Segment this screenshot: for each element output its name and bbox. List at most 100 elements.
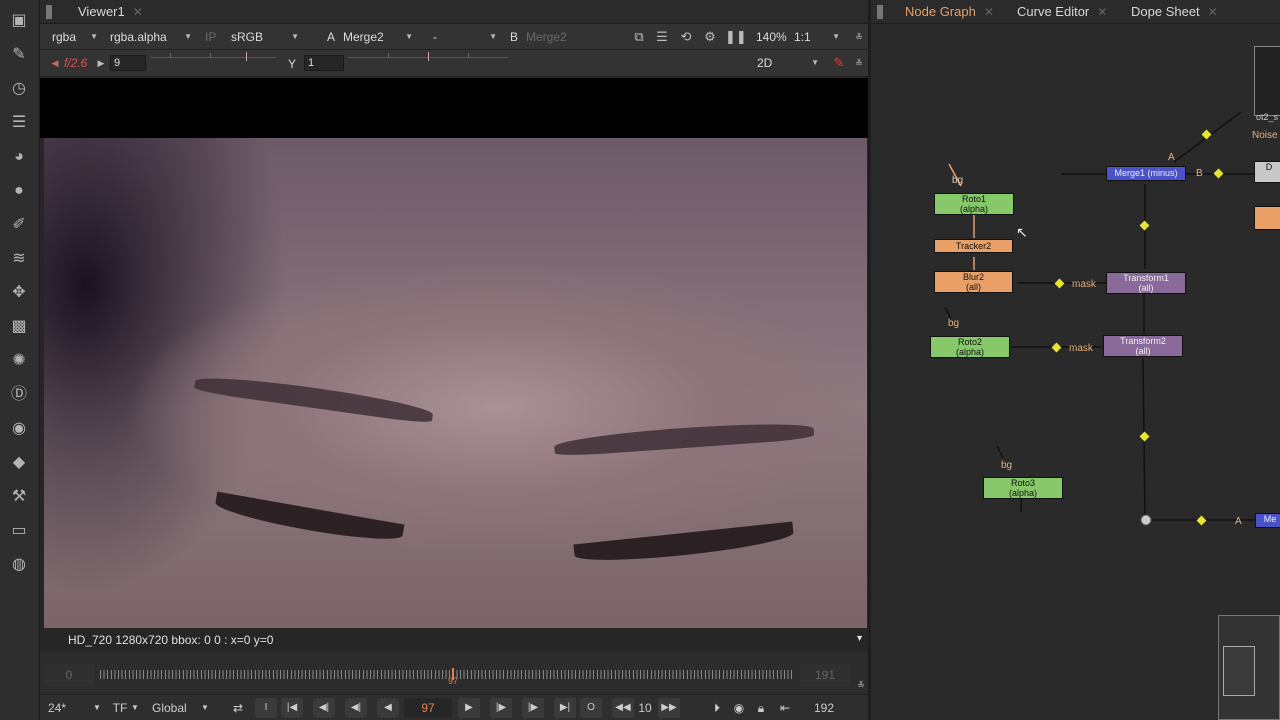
particles-icon[interactable]: ✺ — [8, 350, 30, 372]
cube-icon[interactable]: ▩ — [8, 316, 30, 338]
record-icon[interactable]: ◉ — [730, 698, 748, 718]
out-point-icon[interactable]: O — [580, 698, 602, 718]
colorspace-dropdown[interactable]: sRGB ▼ — [231, 28, 299, 46]
range-icon[interactable]: ⇤ — [776, 698, 794, 718]
prev-keyframe-icon[interactable]: ◀| — [313, 698, 335, 718]
tab-viewer1[interactable]: Viewer1 ✕ — [70, 0, 151, 24]
channels-dropdown[interactable]: rgba ▼ — [52, 28, 98, 46]
timeline-end[interactable]: 191 — [800, 664, 850, 686]
next-keyframe-icon[interactable]: |▶ — [522, 698, 544, 718]
flipbook-icon[interactable]: ⏵ — [708, 698, 726, 718]
settings-icon[interactable]: ⚙ — [701, 28, 719, 46]
panel-handle-icon[interactable] — [877, 5, 883, 19]
last-frame-icon[interactable]: ▶| — [554, 698, 576, 718]
paint-brush-icon[interactable]: ✎ — [830, 54, 848, 72]
viewer-image[interactable] — [44, 138, 867, 628]
node-transform2[interactable]: Transform2 (all) — [1103, 335, 1183, 357]
node-partial-d[interactable]: D — [1254, 161, 1280, 183]
gamma-slider[interactable] — [348, 52, 508, 71]
gain-field[interactable]: 9 — [110, 55, 146, 71]
node-roto3[interactable]: Roto3 (alpha) — [983, 477, 1063, 499]
step-value[interactable]: 10 — [636, 698, 654, 718]
clock-icon[interactable]: ◷ — [8, 78, 30, 100]
input-a-dropdown[interactable]: Merge2 ▼ — [343, 28, 413, 46]
close-icon[interactable]: ✕ — [984, 5, 994, 19]
zoom-value[interactable]: 140% — [756, 28, 790, 46]
close-icon[interactable]: ✕ — [1208, 5, 1218, 19]
slider-handle[interactable] — [246, 52, 247, 61]
tab-curve-editor[interactable]: Curve Editor ✕ — [1009, 0, 1115, 24]
deep-icon[interactable]: Ⓓ — [8, 384, 30, 406]
node-roto2[interactable]: Roto2 (alpha) — [930, 336, 1010, 358]
expand-icon[interactable]: ▼ — [855, 633, 864, 643]
gamma-field[interactable]: 1 — [304, 55, 344, 71]
sphere-icon[interactable]: ● — [8, 180, 30, 202]
frame-field[interactable]: 97 — [404, 698, 452, 718]
compare-mode-dropdown[interactable]: - ▼ — [433, 28, 497, 46]
menu-arrow-icon[interactable]: ≚ — [850, 28, 868, 46]
loop-icon[interactable]: ⇄ — [228, 698, 248, 718]
chevron-down-icon[interactable]: ▼ — [92, 698, 102, 718]
scope-value[interactable]: Global — [152, 698, 192, 718]
tab-node-graph[interactable]: Node Graph ✕ — [897, 0, 1002, 24]
node-tracker2[interactable]: Tracker2 — [934, 239, 1013, 253]
timeline-track[interactable]: 97 0 50 100 150 191 — [97, 668, 803, 710]
chevron-down-icon[interactable]: ▼ — [200, 698, 210, 718]
slider-handle[interactable] — [428, 52, 429, 61]
filter-icon[interactable]: ✐ — [8, 214, 30, 236]
channel-icon[interactable]: ☰ — [8, 112, 30, 134]
view-mode-dropdown[interactable]: 2D ▼ — [757, 54, 819, 72]
close-icon[interactable]: ✕ — [133, 5, 143, 19]
layers-icon[interactable]: ≋ — [8, 248, 30, 270]
refresh-icon[interactable]: ⟲ — [677, 28, 695, 46]
menu-arrow-icon[interactable]: ≚ — [850, 54, 868, 72]
image-icon[interactable]: ▣ — [8, 10, 30, 32]
node-transform1[interactable]: Transform1 (all) — [1106, 272, 1186, 294]
list-icon[interactable]: ☰ — [653, 28, 671, 46]
step-forward-icon[interactable]: ▶▶ — [658, 698, 680, 718]
transform-icon[interactable]: ✥ — [8, 282, 30, 304]
ip-button[interactable]: IP — [205, 30, 216, 44]
node-partial-merge[interactable]: Me — [1255, 513, 1280, 528]
tag-icon[interactable]: ◆ — [8, 452, 30, 474]
node-roto1[interactable]: Roto1 (alpha) — [934, 193, 1014, 215]
brush-icon[interactable]: ✎ — [8, 44, 30, 66]
tab-dope-sheet[interactable]: Dope Sheet ✕ — [1123, 0, 1226, 24]
minimap-viewport[interactable] — [1223, 646, 1255, 696]
node-partial-backdrop[interactable] — [1254, 206, 1280, 230]
eye-icon[interactable]: ◉ — [8, 418, 30, 440]
roi-icon[interactable]: ⧉ — [630, 28, 648, 46]
wrench-icon[interactable]: ⚒ — [8, 486, 30, 508]
flame-icon[interactable]: ◍ — [8, 554, 30, 576]
pause-icon[interactable]: ❚❚ — [725, 28, 747, 46]
tf-value[interactable]: TF — [112, 698, 128, 718]
fps-value[interactable]: 24* — [48, 698, 74, 718]
next-frame-icon[interactable]: |▶ — [490, 698, 512, 718]
play-forward-icon[interactable]: ▶ — [458, 698, 480, 718]
chevron-down-icon[interactable]: ▼ — [130, 698, 140, 718]
gain-slider[interactable] — [150, 52, 276, 71]
next-fstop-icon[interactable]: ▶ — [92, 54, 110, 72]
in-point-icon[interactable]: I — [255, 698, 277, 718]
last-frame-field[interactable]: 192 — [806, 698, 842, 718]
node-partial-read[interactable]: ot2_s — [1254, 46, 1280, 122]
input-b-dropdown[interactable]: Merge2 — [526, 28, 596, 46]
fstop-value[interactable]: f/2.6 — [64, 56, 87, 70]
node-graph-minimap[interactable] — [1218, 615, 1280, 720]
timeline-start[interactable]: 0 — [44, 664, 94, 686]
node-graph-canvas[interactable]: Roto1 (alpha) Tracker2 Blur2 (all) Roto2… — [871, 24, 1280, 720]
prev-fstop-icon[interactable]: ◀ — [46, 54, 64, 72]
step-back-icon[interactable]: ◀◀ — [612, 698, 634, 718]
panel-handle-icon[interactable] — [46, 5, 52, 19]
prev-frame-icon[interactable]: ◀| — [345, 698, 367, 718]
first-frame-icon[interactable]: |◀ — [281, 698, 303, 718]
play-backward-icon[interactable]: ◀ — [377, 698, 399, 718]
node-blur2[interactable]: Blur2 (all) — [934, 271, 1013, 293]
close-icon[interactable]: ✕ — [1097, 5, 1107, 19]
lock-icon[interactable]: 🔒︎ — [752, 698, 770, 718]
color-icon[interactable]: ◕ — [8, 146, 30, 168]
drawer-icon[interactable]: ▭ — [8, 520, 30, 542]
alpha-channel-dropdown[interactable]: rgba.alpha ▼ — [110, 28, 192, 46]
node-merge1[interactable]: Merge1 (minus) — [1106, 166, 1186, 181]
ratio-dropdown[interactable]: 1:1 ▼ — [794, 28, 840, 46]
